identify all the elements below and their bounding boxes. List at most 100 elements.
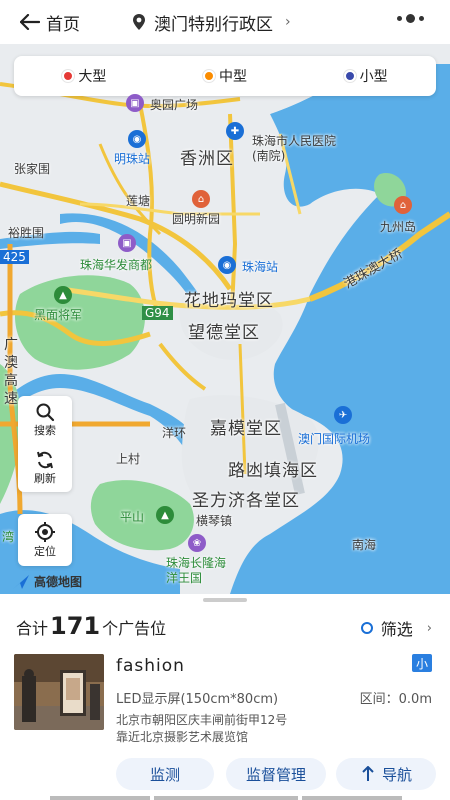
district-label: 嘉模堂区 bbox=[210, 419, 282, 439]
summary-suffix: 个广告位 bbox=[102, 619, 167, 638]
place-label: 澳门国际机场 bbox=[298, 432, 371, 446]
place-label: 湾 bbox=[2, 530, 15, 544]
tab-indicator bbox=[154, 796, 298, 800]
map-refresh-button[interactable]: 刷新 bbox=[18, 444, 72, 492]
more-options-button[interactable] bbox=[397, 14, 424, 23]
district-label: 圣方济各堂区 bbox=[192, 491, 300, 511]
legend-item-medium[interactable]: 中型 bbox=[202, 66, 247, 86]
address-line: 靠近北京摄影艺术展览馆 bbox=[116, 730, 249, 744]
monitor-label: 监测 bbox=[149, 765, 180, 784]
navigate-arrow-icon bbox=[362, 766, 374, 781]
ad-count: 171 bbox=[50, 612, 101, 640]
place-label: 珠海长隆海洋王国 bbox=[166, 556, 227, 585]
district-label: 香洲区 bbox=[180, 149, 234, 169]
refresh-label: 刷新 bbox=[34, 472, 56, 485]
amap-logo: 高德地图 bbox=[12, 573, 82, 590]
district-label: 望德堂区 bbox=[188, 323, 260, 343]
filter-icon bbox=[360, 622, 373, 634]
map-tools: 搜索 刷新 bbox=[18, 396, 72, 492]
place-label: 张家围 bbox=[14, 162, 51, 176]
place-label: 莲塘 bbox=[126, 194, 151, 208]
landmark-icon[interactable]: ⌂ bbox=[192, 190, 210, 208]
park-icon[interactable]: ▲ bbox=[156, 506, 174, 524]
supervise-button[interactable]: 监督管理 bbox=[226, 758, 326, 790]
ad-size-legend: 大型 中型 小型 bbox=[14, 56, 436, 96]
place-label: 黑面将军 bbox=[34, 308, 83, 322]
map-search-button[interactable]: 搜索 bbox=[18, 396, 72, 444]
more-dot-icon bbox=[397, 16, 402, 21]
back-button[interactable]: 首页 bbox=[20, 10, 80, 35]
top-bar: 首页 澳门特别行政区 › bbox=[0, 0, 450, 44]
location-pin-icon bbox=[133, 14, 145, 30]
place-label: 平山 bbox=[120, 510, 145, 524]
chevron-right-icon: › bbox=[426, 620, 432, 636]
place-label: 珠海站 bbox=[242, 260, 279, 274]
district-label: 路凼填海区 bbox=[228, 461, 318, 481]
region-selector[interactable]: 澳门特别行政区 › bbox=[132, 10, 291, 35]
mall-icon[interactable]: ▣ bbox=[126, 94, 144, 112]
legend-label: 大型 bbox=[78, 69, 107, 85]
landmark-icon[interactable]: ⌂ bbox=[394, 196, 412, 214]
amap-arrow-icon bbox=[13, 574, 29, 589]
more-dot-icon bbox=[419, 16, 424, 21]
region-label: 澳门特别行政区 bbox=[154, 14, 273, 35]
card-actions: 监测 监督管理 导航 bbox=[0, 758, 450, 794]
mall-icon[interactable]: ▣ bbox=[118, 234, 136, 252]
supervise-label: 监督管理 bbox=[245, 765, 306, 784]
locate-label: 定位 bbox=[34, 545, 56, 558]
attraction-icon[interactable]: ❀ bbox=[188, 534, 206, 552]
search-label: 搜索 bbox=[34, 424, 56, 437]
amap-logo-text: 高德地图 bbox=[34, 575, 83, 589]
size-badge: 小 bbox=[412, 654, 432, 672]
map-locate-button[interactable]: 定位 bbox=[18, 514, 72, 566]
ad-spec: LED显示屏(150cm*80cm) bbox=[116, 692, 279, 707]
place-label: 圆明新园 bbox=[172, 212, 221, 226]
place-label: 南海 bbox=[352, 538, 377, 552]
arrow-left-icon bbox=[20, 14, 40, 30]
place-label: 上村 bbox=[116, 452, 141, 466]
ad-list-panel: 合计 171 个广告位 筛选 › fashion 小 LED显示屏(150cm*… bbox=[0, 594, 450, 800]
address-line: 北京市朝阳区庆丰闸前街甲12号 bbox=[116, 713, 288, 727]
small-dot-icon bbox=[343, 70, 356, 82]
filter-button[interactable]: 筛选 › bbox=[360, 616, 432, 640]
legend-label: 小型 bbox=[359, 69, 388, 85]
ad-card[interactable]: fashion 小 LED显示屏(150cm*80cm) 区间：0.0m 北京市… bbox=[14, 654, 434, 750]
district-label: 花地玛堂区 bbox=[184, 291, 274, 311]
ad-count-summary: 合计 171 个广告位 bbox=[16, 612, 166, 640]
legend-item-small[interactable]: 小型 bbox=[343, 66, 388, 86]
chevron-right-icon: › bbox=[285, 14, 291, 30]
back-label: 首页 bbox=[46, 14, 80, 35]
map-view[interactable]: 大型 中型 小型 ▣ 奥园广场 ◉ 明珠站 香洲区 ✚ 珠海市人民医院(南院) … bbox=[0, 44, 450, 594]
monitor-button[interactable]: 监测 bbox=[116, 758, 214, 790]
place-label: 九州岛 bbox=[380, 220, 417, 234]
place-label: 明珠站 bbox=[114, 152, 151, 166]
airport-icon[interactable]: ✈ bbox=[334, 406, 352, 424]
navigate-button[interactable]: 导航 bbox=[336, 758, 436, 790]
tab-indicator bbox=[50, 796, 150, 800]
park-icon[interactable]: ▲ bbox=[54, 286, 72, 304]
navigate-label: 导航 bbox=[381, 765, 412, 784]
station-icon[interactable]: ◉ bbox=[128, 130, 146, 148]
filter-label: 筛选 bbox=[380, 620, 413, 639]
place-label: 奥园广场 bbox=[150, 98, 199, 112]
large-dot-icon bbox=[62, 70, 75, 82]
ad-address: 北京市朝阳区庆丰闸前街甲12号 靠近北京摄影艺术展览馆 bbox=[116, 712, 287, 746]
drag-handle[interactable] bbox=[203, 598, 247, 602]
search-icon bbox=[36, 403, 55, 422]
road-label: G94 bbox=[142, 306, 173, 320]
place-label: 珠海华发商都 bbox=[80, 258, 153, 272]
locate-icon bbox=[35, 522, 55, 542]
ad-distance: 区间：0.0m bbox=[359, 692, 432, 707]
ad-title: fashion bbox=[116, 656, 185, 676]
place-label: 珠海市人民医院(南院) bbox=[252, 134, 337, 163]
more-dot-icon bbox=[406, 14, 415, 23]
legend-item-large[interactable]: 大型 bbox=[62, 66, 106, 86]
ad-thumbnail bbox=[14, 654, 104, 730]
station-icon[interactable]: ◉ bbox=[218, 256, 236, 274]
legend-label: 中型 bbox=[218, 69, 247, 85]
medium-dot-icon bbox=[202, 70, 215, 82]
tab-indicator bbox=[302, 796, 402, 800]
place-label: 横琴镇 bbox=[196, 514, 233, 528]
hospital-icon[interactable]: ✚ bbox=[226, 122, 244, 140]
place-label: 裕胜围 bbox=[8, 226, 45, 240]
